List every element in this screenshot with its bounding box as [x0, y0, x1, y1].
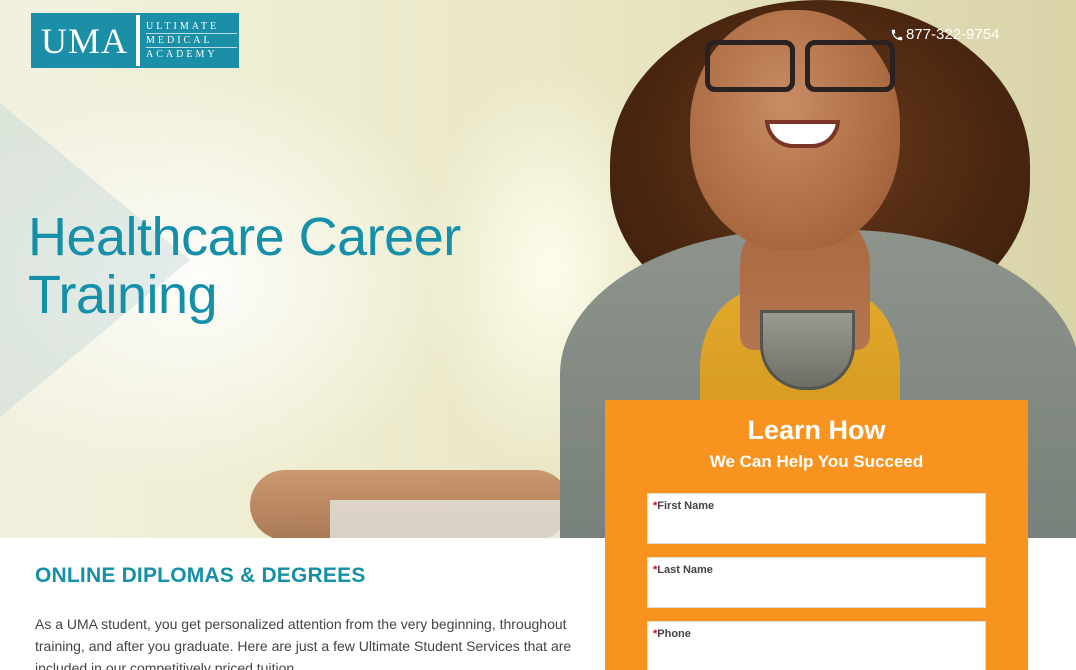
first-name-field[interactable]: *First Name — [647, 493, 986, 544]
last-name-label: *Last Name — [653, 564, 713, 576]
phone-link[interactable]: 877-322-9754 — [890, 26, 999, 43]
section-title: ONLINE DIPLOMAS & DEGREES — [35, 564, 366, 587]
last-name-field[interactable]: *Last Name — [647, 557, 986, 608]
form-title: Learn How — [747, 415, 886, 445]
lead-form: Learn How We Can Help You Succeed *First… — [605, 400, 1028, 670]
uma-logo[interactable]: UMA ULTIMATE MEDICAL ACADEMY — [31, 13, 239, 68]
logo-wordmark: ULTIMATE MEDICAL ACADEMY — [140, 15, 237, 66]
phone-input[interactable] — [652, 644, 981, 668]
phone-icon — [891, 29, 903, 40]
phone-label: *Phone — [653, 628, 691, 640]
form-subtitle: We Can Help You Succeed — [709, 452, 924, 471]
phone-number: 877-322-9754 — [906, 26, 1000, 43]
phone-field[interactable]: *Phone — [647, 621, 986, 670]
first-name-label: *First Name — [653, 500, 715, 512]
logo-abbr: UMA — [33, 15, 136, 66]
last-name-input[interactable] — [652, 580, 981, 604]
section-body: As a UMA student, you get personalized a… — [35, 616, 572, 670]
first-name-input[interactable] — [652, 516, 981, 540]
page-headline: Healthcare Career Training — [28, 207, 461, 325]
